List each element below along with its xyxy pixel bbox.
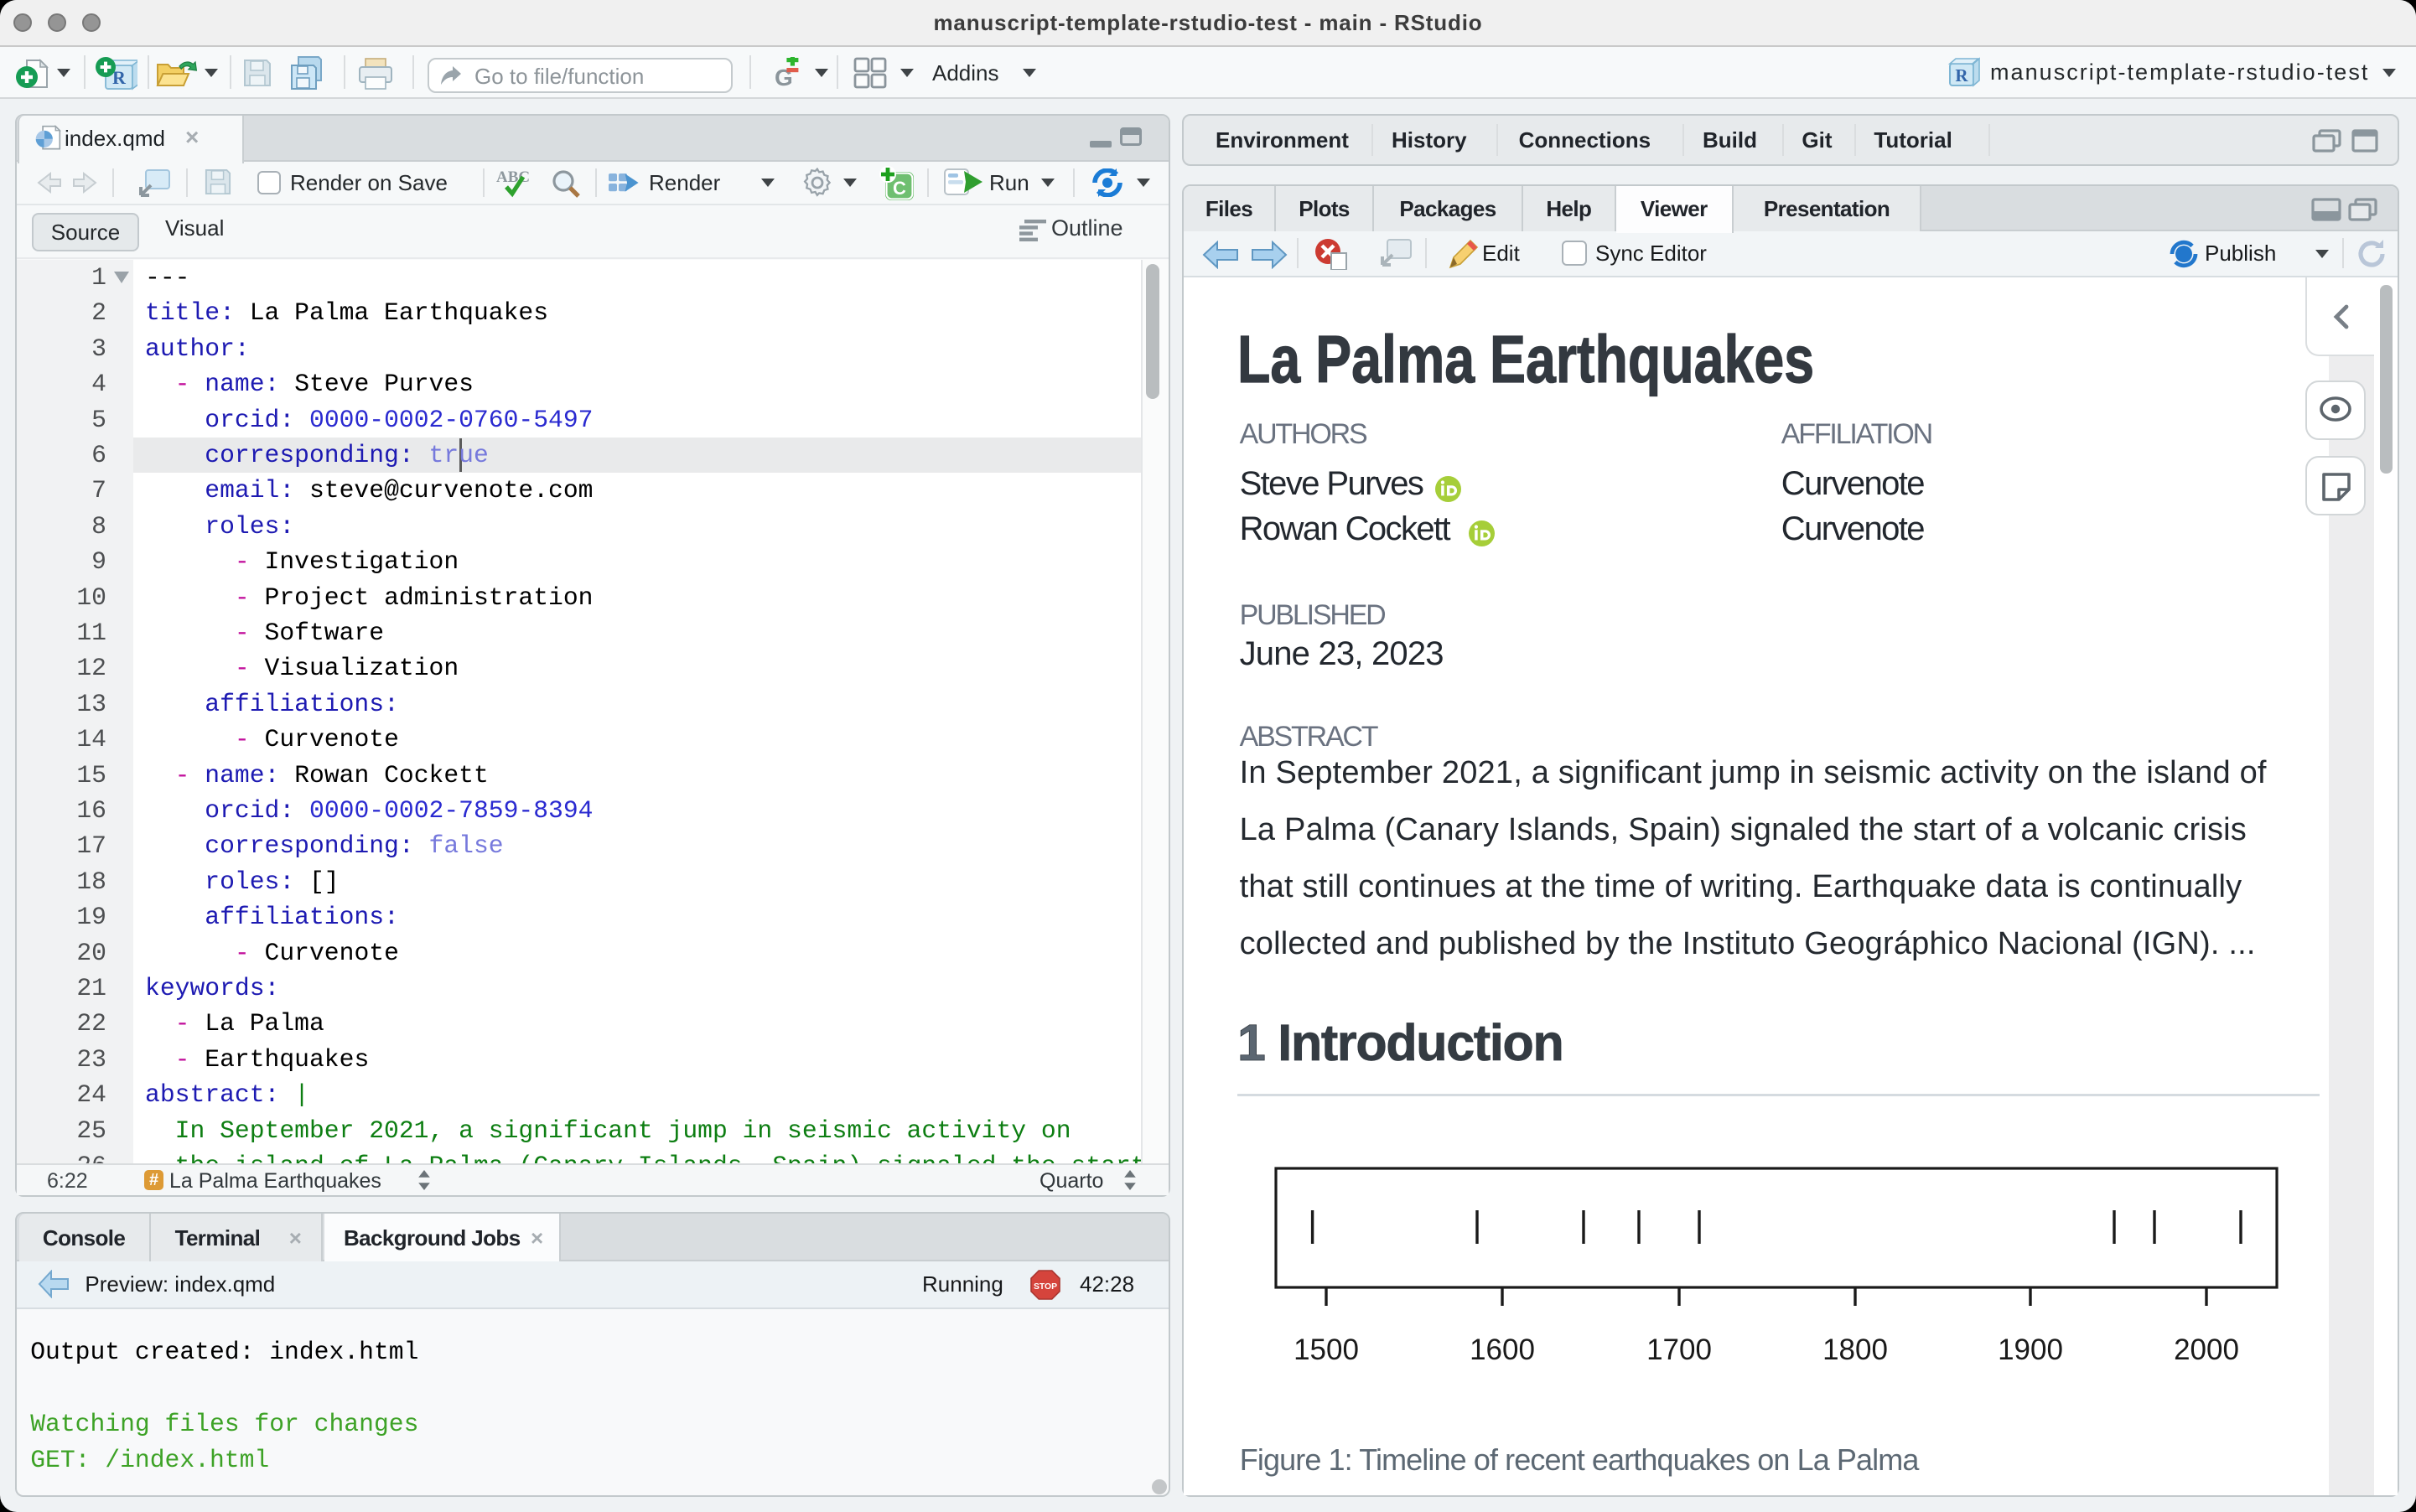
svg-text:1600: 1600 <box>1470 1333 1535 1366</box>
svg-text:STOP: STOP <box>1034 1282 1057 1292</box>
svg-text:C: C <box>893 178 906 199</box>
svg-text:1500: 1500 <box>1294 1333 1359 1366</box>
svg-text:R: R <box>1955 65 1968 85</box>
svg-text:1800: 1800 <box>1822 1333 1888 1366</box>
svg-text:2000: 2000 <box>2174 1333 2239 1366</box>
svg-text:ABC: ABC <box>496 168 530 186</box>
svg-text:1900: 1900 <box>1998 1333 2063 1366</box>
svg-text:1700: 1700 <box>1646 1333 1712 1366</box>
